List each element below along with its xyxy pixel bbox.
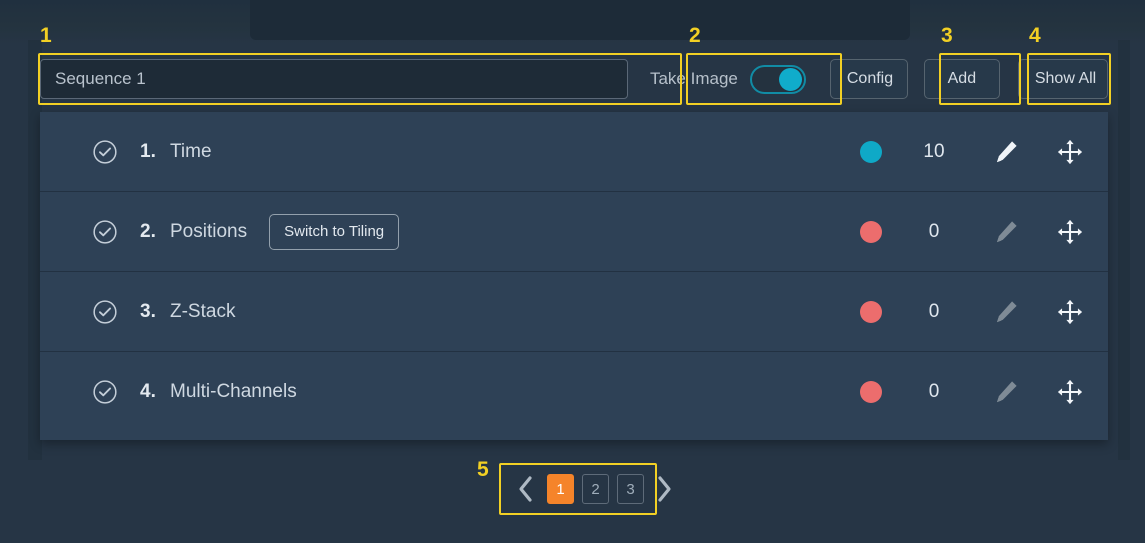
take-image-label: Take Image [649, 69, 738, 88]
background-right-edge [1118, 40, 1130, 460]
row-index: 2. [140, 220, 156, 242]
row-controls: 0 [860, 298, 1084, 326]
pagination-prev-icon[interactable] [513, 474, 539, 504]
pagination-page-1[interactable]: 1 [547, 474, 574, 504]
row-count: 10 [923, 140, 945, 162]
row-controls: 0 [860, 378, 1084, 406]
move-icon[interactable] [1056, 378, 1084, 406]
table-row[interactable]: 3. Z-Stack 0 [40, 272, 1108, 352]
toggle-knob [778, 67, 802, 91]
pencil-icon[interactable] [992, 138, 1020, 166]
pagination-page-3[interactable]: 3 [617, 474, 644, 504]
annotation-number-5: 5 [477, 458, 489, 481]
pencil-icon[interactable] [992, 378, 1020, 406]
toolbar: Take Image Config Add Show All [40, 55, 1108, 103]
pagination: 123 [503, 464, 688, 514]
row-index: 1. [140, 140, 156, 162]
row-label: Z-Stack [170, 300, 236, 322]
pagination-next-icon[interactable] [652, 474, 678, 504]
show-all-button[interactable]: Show All [1017, 59, 1108, 99]
take-image-toggle-group: Take Image [644, 64, 812, 94]
sequence-step-list: 1. Time 10 2. Positions Switch to Tiling 0 3. Z-… [40, 112, 1108, 440]
status-badge [860, 300, 882, 323]
switch-to-tiling-button[interactable]: Switch to Tiling [269, 213, 400, 250]
table-row[interactable]: 4. Multi-Channels 0 [40, 352, 1108, 432]
pencil-icon[interactable] [992, 218, 1020, 246]
row-label: Time [170, 140, 212, 162]
background-panel-hint [250, 0, 910, 40]
row-label: Positions [170, 220, 248, 242]
check-circle-icon[interactable] [92, 379, 118, 405]
row-index: 4. [140, 381, 156, 402]
config-button[interactable]: Config [829, 59, 908, 99]
row-count: 0 [928, 381, 940, 402]
move-icon[interactable] [1056, 138, 1084, 166]
row-count: 0 [928, 220, 940, 242]
row-label: Multi-Channels [170, 381, 297, 402]
check-circle-icon[interactable] [92, 219, 118, 245]
row-count: 0 [928, 300, 940, 322]
status-badge [860, 220, 882, 243]
table-row[interactable]: 2. Positions Switch to Tiling 0 [40, 192, 1108, 272]
pencil-icon[interactable] [992, 298, 1020, 326]
table-row[interactable]: 1. Time 10 [40, 112, 1108, 192]
check-circle-icon[interactable] [92, 139, 118, 165]
move-icon[interactable] [1056, 218, 1084, 246]
sequence-name-input[interactable] [40, 59, 628, 99]
check-circle-icon[interactable] [92, 299, 118, 325]
status-badge [860, 140, 882, 163]
row-controls: 0 [860, 218, 1084, 246]
pagination-page-2[interactable]: 2 [582, 474, 609, 504]
add-button[interactable]: Add [923, 59, 1000, 99]
row-controls: 10 [860, 138, 1084, 166]
status-badge [860, 381, 882, 403]
move-icon[interactable] [1056, 298, 1084, 326]
row-index: 3. [140, 300, 156, 322]
take-image-toggle[interactable] [749, 64, 806, 94]
